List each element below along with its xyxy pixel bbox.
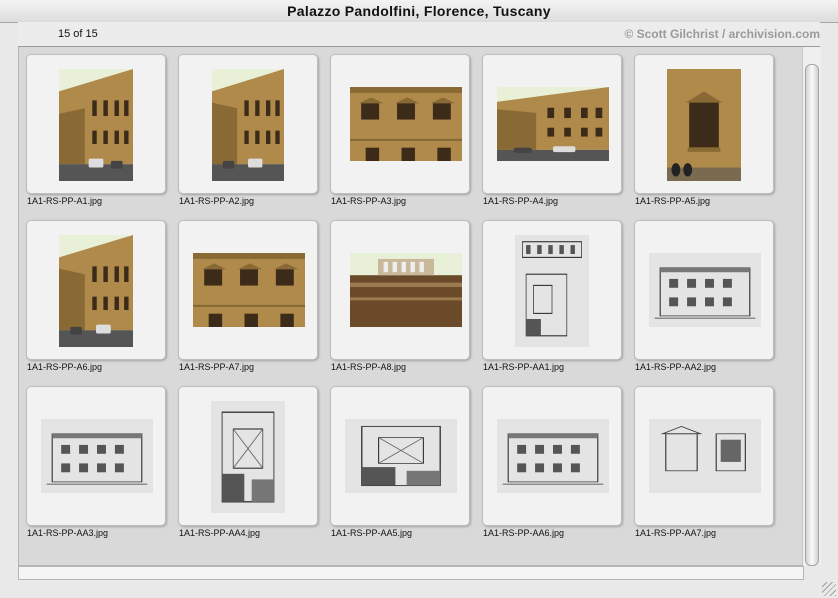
thumbnail-filename: 1A1-RS-PP-A6.jpg	[27, 362, 103, 372]
thumbnail-card[interactable]	[26, 220, 166, 360]
horizontal-scrollbar[interactable]	[18, 566, 804, 580]
thumbnail-filename: 1A1-RS-PP-A5.jpg	[635, 196, 711, 206]
thumbnail-filename: 1A1-RS-PP-A8.jpg	[331, 362, 407, 372]
thumbnail-filename: 1A1-RS-PP-A4.jpg	[483, 196, 559, 206]
thumbnail-image[interactable]	[59, 69, 133, 181]
thumbnail-card[interactable]	[482, 220, 622, 360]
thumbnail-filename: 1A1-RS-PP-AA7.jpg	[635, 528, 717, 538]
thumbnail-image[interactable]	[515, 235, 589, 347]
image-counter: 15 of 15	[58, 28, 98, 40]
thumbnail-card[interactable]	[178, 386, 318, 526]
thumbnail-card[interactable]	[178, 54, 318, 194]
thumbnail-card[interactable]	[634, 220, 774, 360]
copyright-credit: © Scott Gilchrist / archivision.com	[624, 27, 820, 41]
thumbnail-card[interactable]	[330, 386, 470, 526]
thumbnail-image[interactable]	[497, 87, 609, 161]
thumbnail-image[interactable]	[211, 401, 285, 513]
thumbnail-image[interactable]	[41, 419, 153, 493]
thumbnail-filename: 1A1-RS-PP-AA3.jpg	[27, 528, 109, 538]
resize-grip-icon[interactable]	[822, 582, 836, 596]
thumbnail-card[interactable]	[178, 220, 318, 360]
thumbnail-filename: 1A1-RS-PP-AA2.jpg	[635, 362, 717, 372]
thumbnail-image[interactable]	[649, 253, 761, 327]
thumbnail-card[interactable]	[330, 220, 470, 360]
info-bar: 15 of 15 © Scott Gilchrist / archivision…	[18, 22, 820, 46]
thumbnail-card[interactable]	[482, 54, 622, 194]
thumbnail-card[interactable]	[26, 386, 166, 526]
thumbnail-image[interactable]	[345, 419, 457, 493]
window-title: Palazzo Pandolfini, Florence, Tuscany	[0, 0, 838, 23]
thumbnail-card[interactable]	[634, 54, 774, 194]
thumbnail-card[interactable]	[634, 386, 774, 526]
thumbnail-card[interactable]	[330, 54, 470, 194]
thumbnail-filename: 1A1-RS-PP-A7.jpg	[179, 362, 255, 372]
thumbnail-card[interactable]	[482, 386, 622, 526]
thumbnail-grid: 1A1-RS-PP-A1.jpg 1A1-RS-PP-A2.jpg 1A1-RS…	[18, 47, 803, 566]
thumbnail-image[interactable]	[59, 235, 133, 347]
thumbnail-filename: 1A1-RS-PP-AA1.jpg	[483, 362, 565, 372]
thumbnail-image[interactable]	[350, 87, 462, 161]
thumbnail-image[interactable]	[350, 253, 462, 327]
thumbnail-filename: 1A1-RS-PP-A3.jpg	[331, 196, 407, 206]
thumbnail-image[interactable]	[193, 253, 305, 327]
vertical-scroll-thumb[interactable]	[805, 64, 819, 566]
thumbnail-image[interactable]	[667, 69, 741, 181]
thumbnail-filename: 1A1-RS-PP-AA5.jpg	[331, 528, 413, 538]
thumbnail-image[interactable]	[212, 69, 284, 181]
thumbnail-filename: 1A1-RS-PP-AA4.jpg	[179, 528, 261, 538]
thumbnail-image[interactable]	[649, 419, 761, 493]
thumbnail-image[interactable]	[497, 419, 609, 493]
thumbnail-filename: 1A1-RS-PP-A2.jpg	[179, 196, 255, 206]
thumbnail-card[interactable]	[26, 54, 166, 194]
thumbnail-filename: 1A1-RS-PP-AA6.jpg	[483, 528, 565, 538]
thumbnail-filename: 1A1-RS-PP-A1.jpg	[27, 196, 103, 206]
